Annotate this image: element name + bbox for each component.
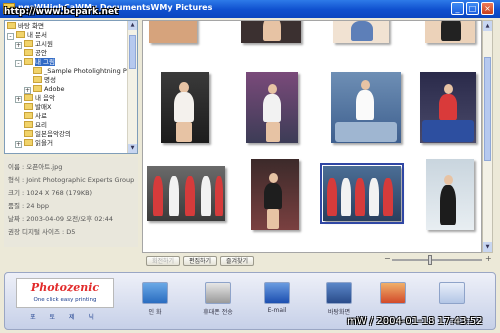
folder-icon [33, 67, 42, 74]
photo-thumbnail[interactable] [241, 21, 301, 43]
photo-thumbnail[interactable] [147, 166, 225, 221]
zoom-in-icon[interactable]: + [485, 254, 492, 263]
folder-icon [24, 103, 33, 110]
expand-icon[interactable]: + [15, 141, 22, 148]
scroll-thumb[interactable] [484, 57, 491, 161]
tree-item[interactable]: 사료 [24, 112, 47, 121]
folder-icon [24, 58, 33, 65]
email-icon [264, 282, 290, 304]
photo-thumbnail[interactable] [149, 21, 197, 43]
maximize-button[interactable]: □ [466, 2, 479, 15]
photozenic-logo: Photozenic One click easy printing [16, 278, 114, 308]
photo-thumbnail[interactable] [251, 159, 299, 230]
tree-item[interactable]: + 고시원 [15, 40, 53, 49]
photo-thumbnail[interactable] [426, 159, 474, 230]
tree-item-selected[interactable]: -내 그림 [15, 58, 56, 67]
desktop-icon [7, 22, 16, 29]
tree-item[interactable]: 바탕 화면 [7, 22, 44, 31]
thumbnail-grid[interactable] [142, 20, 482, 253]
photo-thumbnail[interactable] [331, 72, 401, 143]
tree-item[interactable]: + Adobe [24, 85, 65, 94]
file-info-panel: 이름 : 오픈아트.jpg 형식 : Joint Photographic Ex… [4, 157, 138, 247]
scroll-up-icon[interactable]: ▲ [483, 21, 492, 31]
expand-icon[interactable]: + [15, 42, 22, 49]
photo-timestamp: mW / 2004-01-18 17:43:52 [347, 316, 483, 327]
tree-item[interactable]: 명성 [33, 76, 56, 85]
photo-thumbnail[interactable] [425, 21, 475, 43]
collapse-icon[interactable]: - [7, 33, 14, 40]
photo-thumbnail[interactable] [161, 72, 209, 143]
title-bar: ngsWHighCaWMy DocumentsWMy Pictures http… [0, 0, 500, 18]
expand-icon[interactable]: + [24, 87, 31, 94]
tree-item[interactable]: _Sample Photolightning Pho [33, 67, 135, 76]
mobile-phone-icon [205, 282, 231, 304]
zoom-slider-knob[interactable] [428, 255, 432, 265]
folder-icon [24, 121, 33, 128]
folder-icon [33, 76, 42, 83]
scroll-up-icon[interactable]: ▲ [128, 21, 137, 30]
info-size: 크기 : 1024 X 768 (179KB) [8, 189, 93, 197]
tree-item[interactable]: 발매X [24, 103, 51, 112]
monitor-icon [326, 282, 352, 304]
minimize-button[interactable]: _ [451, 2, 464, 15]
folder-icon [24, 112, 33, 119]
tree-item[interactable]: 요리 [24, 121, 47, 130]
info-name: 이름 : 오픈아트.jpg [8, 163, 63, 171]
edit-button[interactable]: 편집하기 [183, 256, 217, 266]
info-date: 날짜 : 2003-04-09 오전/오후 02:44 [8, 215, 114, 223]
tree-item[interactable]: + 읽을거 [15, 139, 53, 148]
tree-item[interactable]: 일본음악강의 [24, 130, 71, 139]
folder-icon [24, 40, 33, 47]
folder-icon [24, 130, 33, 137]
logo-subtitle: 포 토 제 닉 [30, 314, 100, 321]
thumbnail-scrollbar[interactable]: ▲ ▼ [482, 20, 493, 253]
folder-icon [24, 49, 33, 56]
folder-tree[interactable]: 바탕 화면 -내 문서 + 고시원 공안 -내 그림 _Sample Photol… [4, 20, 138, 154]
zoom-slider[interactable] [392, 255, 482, 265]
photo-thumbnail-selected[interactable] [320, 163, 404, 224]
folder-icon [24, 139, 33, 146]
folder-icon [24, 94, 33, 101]
close-button[interactable]: × [481, 2, 494, 15]
folder-icon [33, 85, 42, 92]
zoom-out-icon[interactable]: − [384, 254, 391, 263]
favorites-button[interactable]: 즐겨찾기 [220, 256, 254, 266]
folder-icon [16, 31, 25, 38]
info-format: 형식 : Joint Photographic Experts Group [8, 176, 135, 184]
tree-item[interactable]: 공안 [24, 49, 47, 58]
tree-item[interactable]: + 내 음악 [15, 94, 55, 103]
tree-item[interactable]: -내 문서 [7, 31, 47, 40]
photo-thumbnail[interactable] [420, 72, 476, 143]
print-photo-icon [142, 282, 168, 304]
scroll-thumb[interactable] [129, 35, 136, 69]
expand-icon[interactable]: + [15, 96, 22, 103]
photo-thumbnail[interactable] [333, 21, 389, 43]
scroll-down-icon[interactable]: ▼ [128, 144, 137, 153]
help-icon [439, 282, 465, 304]
tree-scrollbar[interactable]: ▲ ▼ [127, 21, 137, 153]
info-quality: 품질 : 24 bpp [8, 202, 49, 210]
photo-thumbnail[interactable] [246, 72, 298, 143]
watermark-text: http://www.bcpark.net [4, 7, 119, 17]
rotate-button[interactable]: 회전하기 [146, 256, 180, 266]
photos-icon [380, 282, 406, 304]
scroll-down-icon[interactable]: ▼ [483, 242, 492, 252]
info-recommended-size: 권장 디지털 사이즈 : D5 [8, 228, 76, 236]
collapse-icon[interactable]: - [15, 60, 22, 67]
